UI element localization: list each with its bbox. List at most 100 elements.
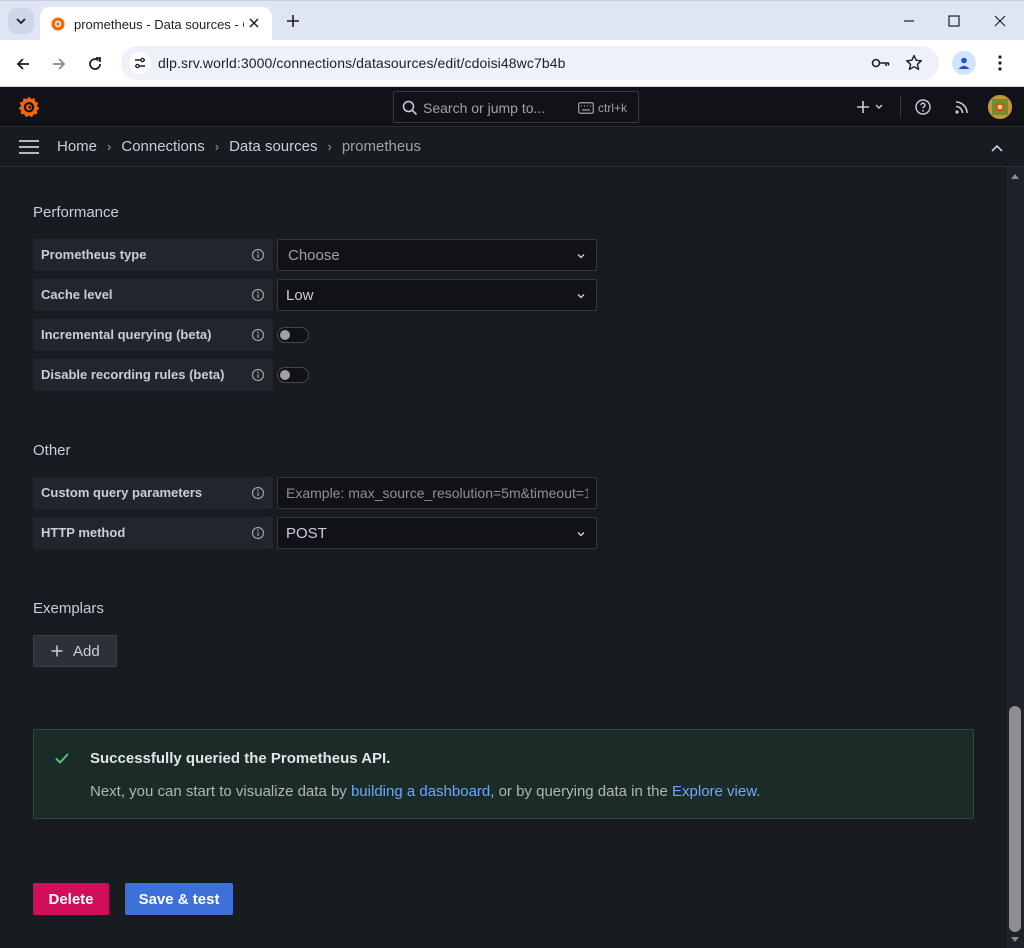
info-icon[interactable]: [251, 288, 265, 302]
label-text: Cache level: [41, 287, 113, 302]
password-key-icon[interactable]: [871, 53, 891, 73]
disable-recording-rules-toggle[interactable]: [277, 367, 309, 383]
browser-tab-title: prometheus - Data sources - Co: [74, 16, 244, 32]
info-icon[interactable]: [251, 486, 265, 500]
add-button-label: Add: [73, 642, 100, 660]
grafana-topbar: Search or jump to... ctrl+k: [0, 87, 1024, 127]
http-method-select[interactable]: POST: [277, 517, 597, 549]
chevron-right-icon: ›: [214, 139, 220, 154]
field-label-disable-recording-rules: Disable recording rules (beta): [33, 359, 273, 391]
scroll-down-icon[interactable]: [1010, 934, 1020, 944]
chevron-right-icon: ›: [327, 139, 332, 154]
avatar-image-icon: [988, 95, 1012, 119]
cache-level-select[interactable]: Low: [277, 279, 597, 311]
chevron-down-icon: [577, 294, 585, 299]
search-box[interactable]: Search or jump to... ctrl+k: [393, 91, 639, 123]
profile-icon[interactable]: [952, 51, 976, 75]
help-icon[interactable]: [913, 96, 933, 118]
forward-icon[interactable]: [46, 51, 72, 77]
search-shortcut: ctrl+k: [598, 101, 628, 115]
field-label-cache-level: Cache level: [33, 279, 273, 311]
main-content: Performance Prometheus type Choose Cache…: [0, 167, 1006, 948]
breadcrumb-home[interactable]: Home: [57, 138, 97, 155]
chevron-down-icon: [577, 532, 585, 537]
info-icon[interactable]: [251, 368, 265, 382]
info-icon[interactable]: [251, 248, 265, 262]
plus-icon: [857, 101, 883, 113]
select-value: Low: [286, 287, 314, 304]
browser-tab-strip: prometheus - Data sources - Co: [0, 0, 1024, 41]
plus-icon: [51, 645, 63, 657]
tab-search-button[interactable]: [8, 8, 34, 34]
incremental-querying-toggle[interactable]: [277, 327, 309, 343]
back-icon[interactable]: [10, 51, 36, 77]
breadcrumb-bar: Home › Connections › Data sources › prom…: [0, 127, 1024, 167]
success-alert: Successfully queried the Prometheus API.…: [33, 729, 974, 819]
new-menu-button[interactable]: [854, 96, 886, 118]
field-label-custom-query-parameters: Custom query parameters: [33, 477, 273, 509]
breadcrumb-current: prometheus: [341, 138, 422, 155]
browser-menu-icon[interactable]: [990, 52, 1010, 74]
delete-button[interactable]: Delete: [33, 883, 109, 915]
tab-close-icon[interactable]: [246, 15, 262, 31]
alert-text: .: [756, 783, 761, 800]
toggle-knob: [280, 370, 290, 380]
select-placeholder: Choose: [288, 247, 340, 264]
user-avatar[interactable]: [988, 95, 1012, 119]
prometheus-type-select[interactable]: Choose: [277, 239, 597, 271]
custom-query-parameters-input[interactable]: [277, 477, 597, 509]
field-label-http-method: HTTP method: [33, 517, 273, 549]
alert-text: , or by querying data in the: [490, 783, 673, 800]
chevron-right-icon: ›: [107, 139, 112, 154]
select-value: POST: [286, 525, 327, 542]
breadcrumb-connections[interactable]: Connections: [121, 138, 204, 155]
window-close-icon[interactable]: [985, 7, 1015, 35]
toggle-knob: [280, 330, 290, 340]
browser-toolbar: dlp.srv.world:3000/connections/datasourc…: [0, 40, 1024, 87]
add-exemplar-button[interactable]: Add: [33, 635, 117, 667]
label-text: Prometheus type: [41, 247, 147, 262]
section-title-performance: Performance: [33, 204, 119, 221]
field-label-incremental-querying: Incremental querying (beta): [33, 319, 273, 351]
chevron-up-icon[interactable]: [988, 139, 1006, 157]
url-text: dlp.srv.world:3000/connections/datasourc…: [158, 55, 566, 71]
menu-hamburger-icon[interactable]: [19, 139, 39, 155]
keyboard-icon: [578, 102, 594, 114]
address-bar[interactable]: dlp.srv.world:3000/connections/datasourc…: [121, 46, 939, 80]
search-placeholder: Search or jump to...: [423, 100, 546, 116]
bookmark-star-icon[interactable]: [904, 53, 924, 73]
alert-title: Successfully queried the Prometheus API.: [90, 750, 391, 767]
breadcrumb-data-sources[interactable]: Data sources: [229, 138, 317, 155]
chevron-down-icon: [16, 18, 26, 25]
field-label-prometheus-type: Prometheus type: [33, 239, 273, 271]
label-text: Custom query parameters: [41, 485, 203, 500]
label-text: HTTP method: [41, 525, 126, 540]
reload-icon[interactable]: [82, 51, 108, 77]
section-title-exemplars: Exemplars: [33, 600, 104, 617]
breadcrumb: Home › Connections › Data sources › prom…: [57, 138, 421, 155]
site-info-icon[interactable]: [129, 52, 151, 74]
topbar-divider: [900, 96, 901, 118]
new-tab-icon[interactable]: [282, 10, 304, 32]
explore-view-link[interactable]: Explore view: [672, 783, 756, 800]
info-icon[interactable]: [251, 328, 265, 342]
building-dashboard-link[interactable]: building a dashboard: [351, 783, 490, 800]
browser-tab[interactable]: prometheus - Data sources - Co: [40, 7, 272, 41]
grafana-logo-icon[interactable]: [17, 95, 41, 119]
search-icon: [402, 100, 418, 116]
grafana-favicon-icon: [51, 17, 65, 31]
minimize-icon[interactable]: [894, 7, 924, 35]
chevron-down-icon: [577, 254, 585, 259]
scrollbar-thumb[interactable]: [1009, 706, 1021, 932]
scroll-up-icon[interactable]: [1010, 171, 1020, 181]
save-and-test-button[interactable]: Save & test: [125, 883, 233, 915]
maximize-icon[interactable]: [939, 7, 969, 35]
alert-text: Next, you can start to visualize data by: [90, 783, 351, 800]
info-icon[interactable]: [251, 526, 265, 540]
label-text: Disable recording rules (beta): [41, 367, 225, 382]
section-title-other: Other: [33, 442, 71, 459]
label-text: Incremental querying (beta): [41, 327, 212, 342]
check-icon: [55, 753, 69, 764]
alert-body: Next, you can start to visualize data by…: [90, 783, 760, 800]
news-feed-icon[interactable]: [952, 96, 972, 118]
